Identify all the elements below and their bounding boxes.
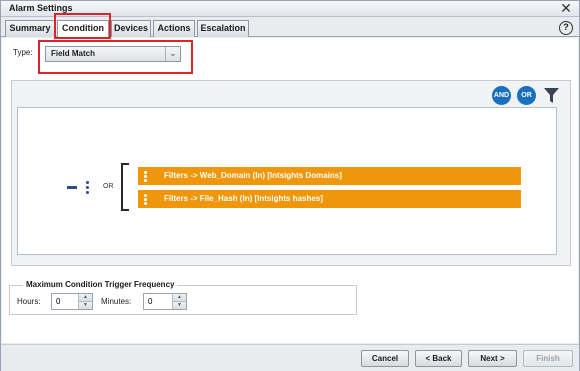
filter-funnel-icon[interactable] <box>543 86 560 105</box>
minutes-spin-buttons[interactable]: ▲ ▼ <box>172 294 186 309</box>
minutes-stepper[interactable]: ▲ ▼ <box>143 293 187 310</box>
filter-row[interactable]: Filters -> Web_Domain (In) [Intsights Do… <box>138 167 521 185</box>
cancel-button[interactable]: Cancel <box>361 350 409 367</box>
tab-devices[interactable]: Devices <box>111 20 151 37</box>
drag-handle-icon[interactable] <box>144 194 147 206</box>
alarm-settings-dialog: Alarm Settings ✕ Summary Condition Devic… <box>0 0 580 371</box>
type-select[interactable]: Field Match ⌄ <box>45 46 181 62</box>
group-bracket <box>121 163 129 211</box>
finish-button: Finish <box>523 350 573 367</box>
hours-stepper[interactable]: ▲ ▼ <box>51 293 93 310</box>
spin-up-icon[interactable]: ▲ <box>173 294 186 302</box>
type-label: Type: <box>13 48 33 57</box>
hours-input[interactable] <box>56 297 80 306</box>
help-icon[interactable]: ? <box>559 21 573 35</box>
back-button[interactable]: < Back <box>415 350 462 367</box>
group-drag-handle-icon[interactable] <box>86 181 89 196</box>
tab-escalation[interactable]: Escalation <box>197 20 249 37</box>
close-icon[interactable]: ✕ <box>559 1 573 16</box>
title-bar: Alarm Settings ✕ <box>1 1 579 17</box>
type-select-value: Field Match <box>51 49 96 58</box>
spin-down-icon[interactable]: ▼ <box>79 301 92 309</box>
and-button[interactable]: AND <box>492 86 511 105</box>
tab-condition[interactable]: Condition <box>57 20 109 38</box>
filter-text: Filters -> File_Hash (In) [Intsights has… <box>164 194 323 203</box>
drag-handle-icon[interactable] <box>144 171 147 183</box>
minutes-label: Minutes: <box>101 297 132 306</box>
trigger-frequency-title: Maximum Condition Trigger Frequency <box>23 280 178 289</box>
window-title: Alarm Settings <box>9 3 73 13</box>
hours-spin-buttons[interactable]: ▲ ▼ <box>78 294 92 309</box>
spin-down-icon[interactable]: ▼ <box>173 301 186 309</box>
filter-row[interactable]: Filters -> File_Hash (In) [Intsights has… <box>138 190 521 208</box>
tab-bar: Summary Condition Devices Actions Escala… <box>1 17 579 38</box>
group-operator-label: OR <box>103 183 114 190</box>
tab-actions[interactable]: Actions <box>153 20 195 37</box>
or-button[interactable]: OR <box>517 86 536 105</box>
filter-text: Filters -> Web_Domain (In) [Intsights Do… <box>164 171 342 180</box>
tab-summary[interactable]: Summary <box>5 20 55 37</box>
next-button[interactable]: Next > <box>468 350 517 367</box>
remove-group-icon[interactable] <box>67 186 77 189</box>
minutes-input[interactable] <box>148 297 172 306</box>
chevron-down-icon[interactable]: ⌄ <box>165 47 180 61</box>
spin-up-icon[interactable]: ▲ <box>79 294 92 302</box>
hours-label: Hours: <box>17 297 41 306</box>
